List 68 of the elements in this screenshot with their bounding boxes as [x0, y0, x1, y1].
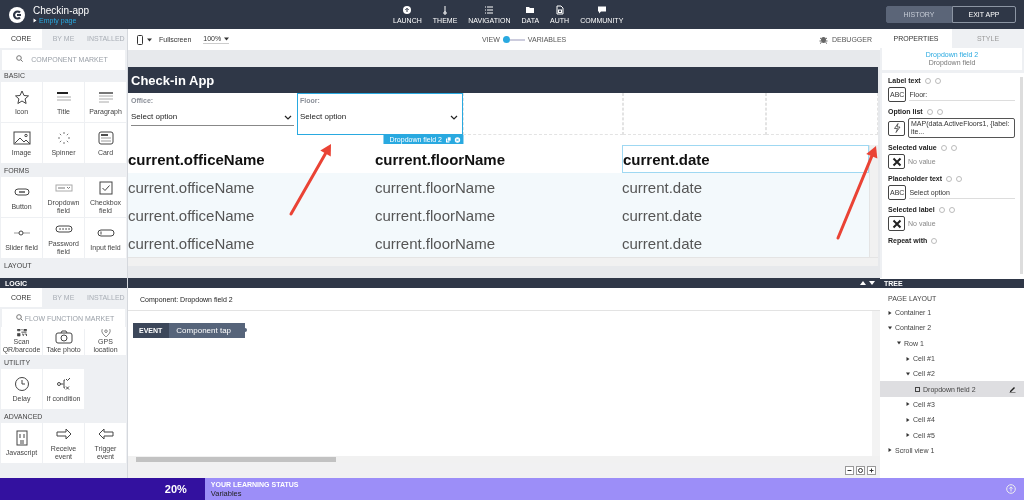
table-cell-text: current.date [622, 233, 704, 254]
chevron-down-icon [450, 115, 458, 120]
bug-icon [818, 35, 828, 44]
search-icon [16, 55, 23, 62]
reset-zoom-button[interactable] [856, 466, 865, 475]
table-cell: current.date [622, 145, 869, 173]
minus-icon [847, 468, 852, 473]
edit-icon [1009, 385, 1016, 393]
logo-icon [8, 5, 26, 24]
circle-icon [858, 468, 863, 473]
info-icon [950, 144, 957, 151]
table-cell-text: current.floorName [375, 233, 497, 254]
binding-icon [946, 175, 953, 182]
cross-icon [891, 156, 902, 167]
dropdown-field[interactable]: Select option [300, 108, 460, 126]
info-icon [931, 237, 938, 244]
caret-down-icon [869, 281, 875, 285]
table-cell-text: current.floorName [375, 177, 497, 198]
table-cell-text: current.floorName [375, 149, 507, 170]
dropdown-field[interactable]: Select option [131, 108, 294, 126]
camera-icon [53, 328, 74, 345]
binding-icon [924, 77, 931, 84]
list-icon [484, 5, 495, 15]
caret-up-icon [860, 281, 866, 285]
folder-icon [525, 5, 536, 15]
launch-icon [402, 5, 413, 15]
lightning-icon [892, 123, 901, 134]
info-icon [948, 206, 955, 213]
horizontal-scrollbar[interactable] [128, 257, 878, 266]
info-icon [936, 108, 943, 115]
search-icon [16, 314, 23, 321]
chevron-down-icon [284, 115, 292, 120]
card-icon [95, 129, 116, 146]
table-cell-text: current.floorName [375, 205, 497, 226]
block-name: Component tap [169, 323, 246, 338]
table-cell-text: current.date [622, 177, 704, 198]
toggle-knob[interactable] [502, 36, 510, 43]
info-icon [934, 77, 941, 84]
binding-icon [938, 206, 945, 213]
info-icon [956, 175, 963, 182]
plus-icon [869, 468, 874, 473]
vertical-scrollbar[interactable] [872, 311, 880, 456]
binding-icon [926, 108, 933, 115]
annotation-arrow [289, 144, 331, 216]
table-cell-text: current.date [622, 205, 704, 226]
phone-icon [137, 34, 143, 45]
arrow-up-circle-icon [1006, 484, 1016, 494]
table-cell-text: current.officeName [128, 205, 256, 226]
chat-icon [596, 5, 607, 15]
cross-icon [891, 218, 902, 229]
image-icon [11, 129, 32, 146]
vertical-scrollbar[interactable] [1020, 77, 1023, 274]
table-cell-text: current.officeName [128, 177, 256, 198]
table-cell-text: current.officeName [128, 149, 266, 170]
zoom-in-button[interactable] [867, 466, 876, 475]
caret-icon [33, 18, 37, 23]
zoom-out-button[interactable] [845, 466, 854, 475]
view-toggle[interactable] [502, 36, 525, 43]
document-icon [554, 5, 565, 15]
caret-down-icon [147, 37, 152, 42]
horizontal-scrollbar[interactable] [128, 456, 880, 463]
table-cell-text: current.officeName [128, 233, 256, 254]
caret-down-icon [224, 36, 230, 41]
progress-percent: 20% [164, 483, 187, 495]
vertical-scrollbar[interactable] [869, 145, 878, 257]
binding-icon [940, 144, 947, 151]
app-title: Check-in App [128, 67, 878, 93]
app-name: Checkin-app [33, 5, 90, 16]
